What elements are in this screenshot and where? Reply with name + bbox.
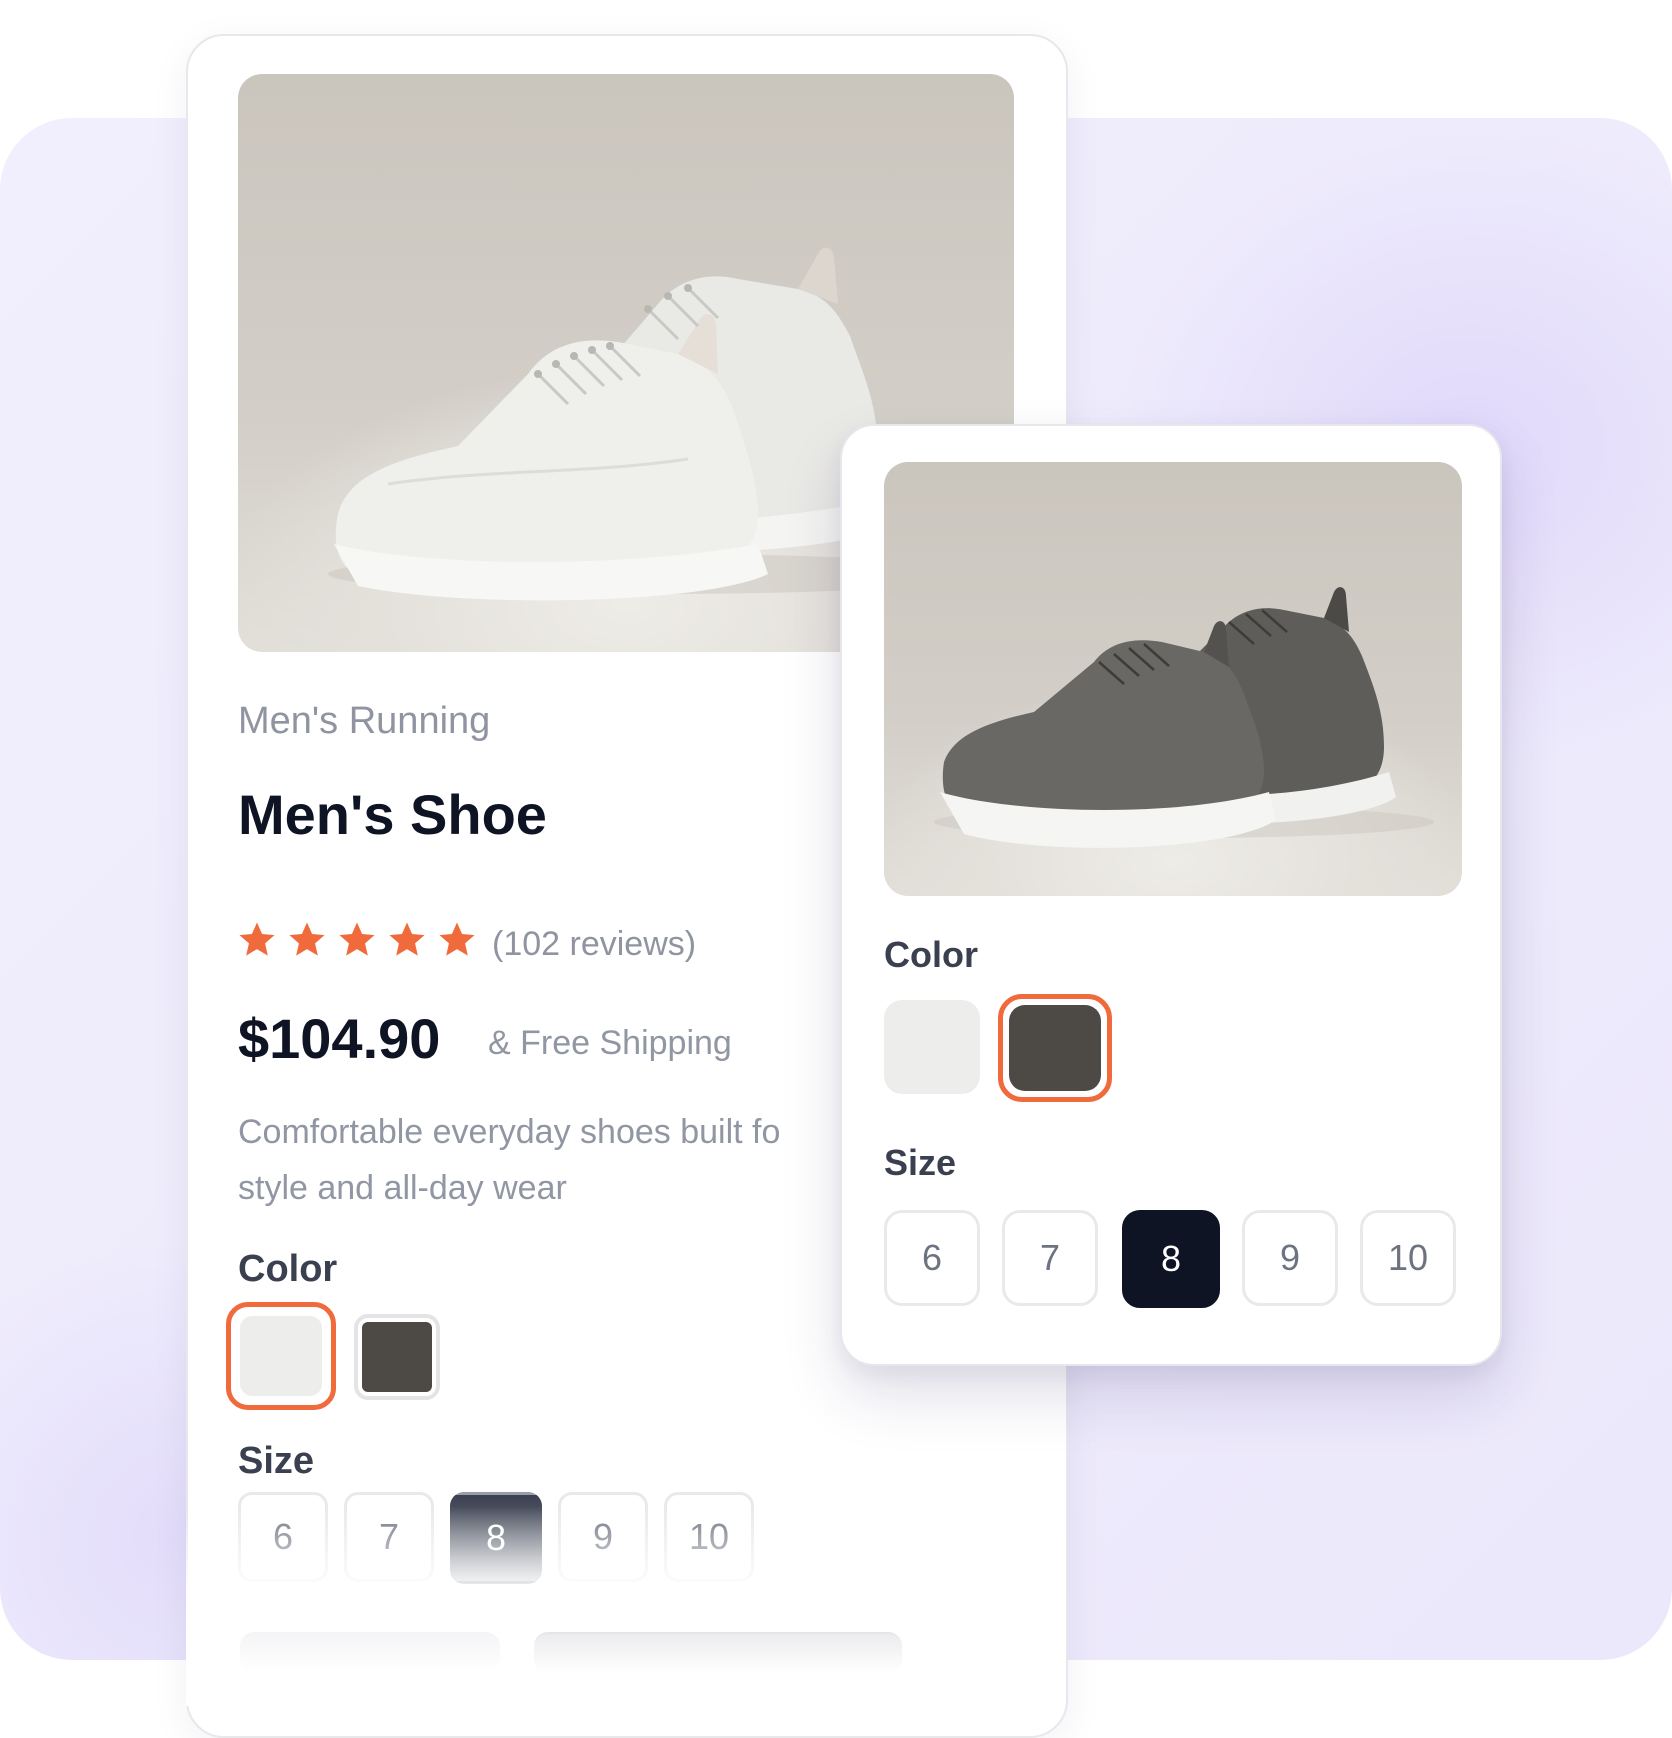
description-line-1: Comfortable everyday shoes built fo bbox=[238, 1113, 781, 1151]
description-line-2: style and all-day wear bbox=[238, 1169, 567, 1207]
product-image-dark bbox=[884, 462, 1462, 896]
product-price: $104.90 bbox=[238, 1007, 441, 1070]
variant-color-label: Color bbox=[884, 934, 978, 975]
star-icon bbox=[439, 922, 475, 956]
variant-size-option[interactable]: 7 bbox=[1002, 1210, 1098, 1306]
star-icon bbox=[339, 922, 375, 956]
color-swatch-dark[interactable] bbox=[354, 1314, 440, 1400]
variant-size-label: Size bbox=[884, 1142, 957, 1183]
shipping-note: & Free Shipping bbox=[488, 1024, 732, 1062]
variant-color-swatch-dark-selected[interactable] bbox=[998, 994, 1112, 1102]
product-title: Men's Shoe bbox=[238, 783, 547, 846]
star-icon bbox=[289, 922, 325, 956]
bottom-fade bbox=[186, 1506, 1064, 1706]
variant-size-option[interactable]: 6 bbox=[884, 1210, 980, 1306]
color-swatch-light-selected[interactable] bbox=[226, 1302, 336, 1410]
product-category: Men's Running bbox=[238, 700, 491, 742]
quantity-control-placeholder bbox=[240, 1632, 500, 1672]
variant-preview-card: Color Size 6 7 8 9 10 bbox=[840, 424, 1502, 1366]
star-icon bbox=[239, 922, 275, 956]
variant-size-option[interactable]: 9 bbox=[1242, 1210, 1338, 1306]
variant-size-option[interactable]: 10 bbox=[1360, 1210, 1456, 1306]
add-to-cart-button-placeholder bbox=[534, 1632, 902, 1674]
variant-color-swatch-light[interactable] bbox=[884, 1000, 980, 1094]
color-label: Color bbox=[238, 1248, 338, 1290]
star-icon bbox=[389, 922, 425, 956]
dark-sneaker-illustration bbox=[934, 587, 1434, 848]
rating-stars bbox=[236, 919, 478, 961]
review-count[interactable]: (102 reviews) bbox=[492, 925, 696, 964]
variant-size-option-selected[interactable]: 8 bbox=[1122, 1210, 1220, 1308]
size-label: Size bbox=[238, 1440, 315, 1482]
